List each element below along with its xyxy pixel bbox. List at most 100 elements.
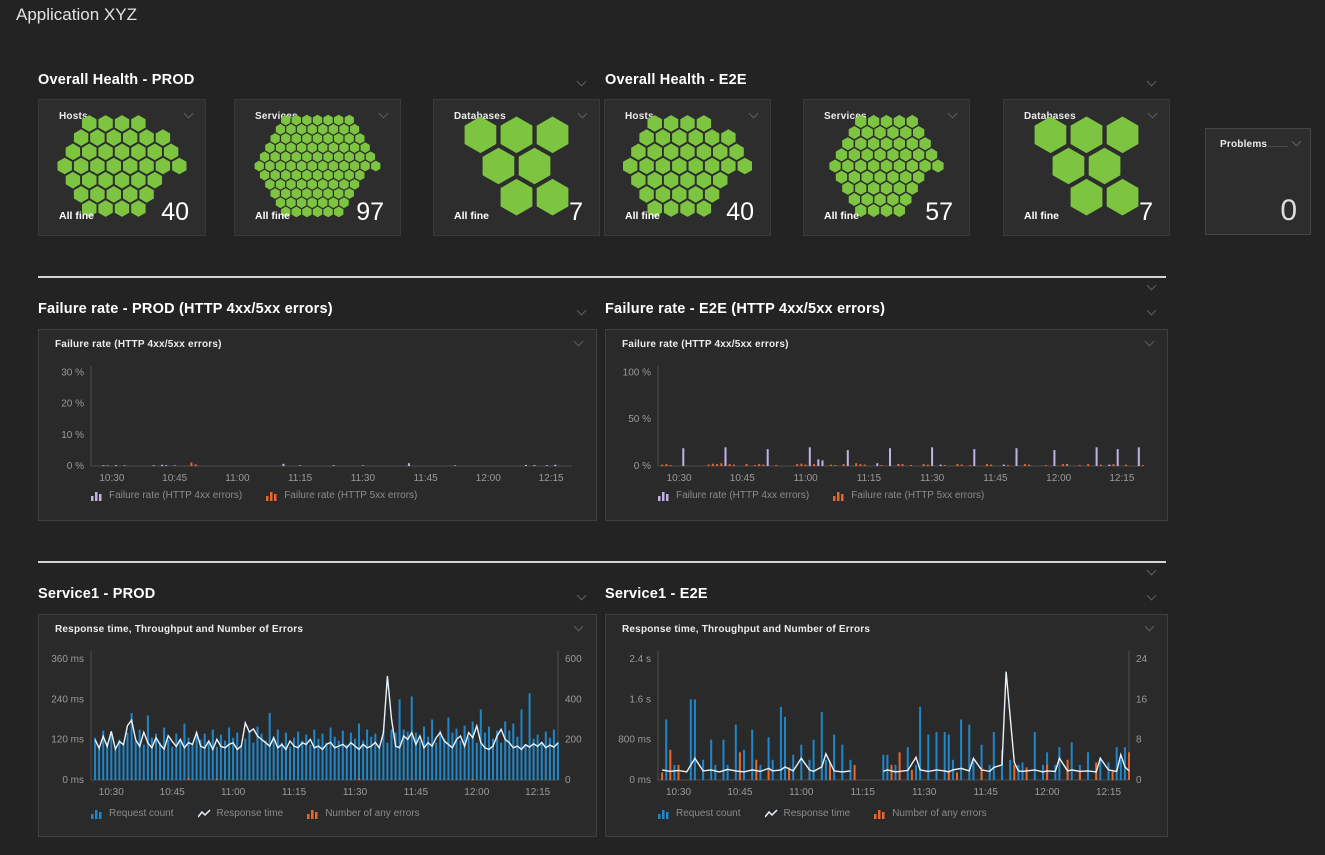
status-label: All fine	[625, 210, 660, 222]
panel-failure-e2e[interactable]: Failure rate (HTTP 4xx/5xx errors) 0 %50…	[605, 329, 1168, 521]
bars-legend-icon	[658, 491, 670, 501]
svg-text:0 ms: 0 ms	[62, 775, 84, 786]
svg-text:0 ms: 0 ms	[629, 775, 651, 786]
svg-text:600: 600	[565, 654, 582, 665]
svg-text:11:30: 11:30	[920, 473, 945, 484]
bars-legend-icon	[833, 491, 845, 501]
tile-databases-prod[interactable]: Databases All fine 7	[433, 99, 600, 236]
bars-legend-icon	[91, 809, 103, 819]
svg-text:200: 200	[565, 735, 582, 746]
legend-item: Request count	[91, 808, 174, 819]
legend-item: Number of any errors	[874, 808, 986, 819]
tile-hosts-prod[interactable]: Hosts All fine 40	[38, 99, 206, 236]
failure-prod-chart[interactable]: 0 %10 %20 %30 %10:3010:4511:0011:1511:30…	[39, 356, 596, 520]
svg-text:0 %: 0 %	[67, 461, 84, 472]
svg-text:2.4 s: 2.4 s	[629, 654, 651, 665]
status-label: All fine	[824, 210, 859, 222]
page-title: Application XYZ	[16, 5, 137, 25]
failure-e2e-chart[interactable]: 0 %50 %100 %10:3010:4511:0011:1511:3011:…	[606, 356, 1167, 520]
svg-text:11:45: 11:45	[974, 787, 999, 798]
chevron-down-icon[interactable]	[576, 77, 587, 88]
status-label: All fine	[1024, 210, 1059, 222]
service-e2e-chart[interactable]: 0 ms800 ms1.6 s2.4 s08162410:3010:4511:0…	[606, 641, 1167, 836]
svg-text:11:15: 11:15	[857, 473, 882, 484]
legend-item: Response time	[198, 808, 284, 819]
line-legend-icon	[765, 809, 778, 819]
panel-title: Failure rate (HTTP 4xx/5xx errors)	[55, 339, 222, 350]
chevron-down-icon[interactable]	[573, 337, 584, 348]
tile-databases-e2e[interactable]: Databases All fine 7	[1003, 99, 1170, 236]
svg-text:10:30: 10:30	[99, 787, 124, 798]
svg-text:11:00: 11:00	[793, 473, 818, 484]
svg-text:10:45: 10:45	[162, 473, 187, 484]
legend-item: Request count	[658, 808, 741, 819]
chevron-down-icon[interactable]	[1146, 566, 1157, 577]
svg-text:10:45: 10:45	[727, 787, 752, 798]
tile-services-prod[interactable]: Services All fine 97	[234, 99, 401, 236]
svg-text:11:00: 11:00	[225, 473, 250, 484]
panel-title: Failure rate (HTTP 4xx/5xx errors)	[622, 339, 789, 350]
chevron-down-icon[interactable]	[1291, 137, 1302, 148]
status-label: All fine	[59, 210, 94, 222]
problems-trend-dash	[1268, 146, 1288, 147]
svg-text:11:45: 11:45	[413, 473, 438, 484]
svg-text:30 %: 30 %	[61, 367, 84, 378]
problems-count: 0	[1280, 194, 1297, 228]
legend-item: Response time	[765, 808, 851, 819]
panel-service-prod[interactable]: Response time, Throughput and Number of …	[38, 614, 597, 837]
legend-item: Failure rate (HTTP 4xx errors)	[658, 490, 809, 501]
svg-text:11:15: 11:15	[282, 787, 307, 798]
chevron-down-icon[interactable]	[1144, 622, 1155, 633]
section-divider	[38, 276, 1166, 278]
status-label: All fine	[454, 210, 489, 222]
chevron-down-icon[interactable]	[1146, 77, 1157, 88]
svg-text:12:15: 12:15	[525, 787, 550, 798]
svg-text:0: 0	[565, 775, 571, 786]
chevron-down-icon[interactable]	[1146, 306, 1157, 317]
svg-text:12:00: 12:00	[1035, 787, 1060, 798]
svg-text:16: 16	[1136, 694, 1148, 705]
section-title-service-e2e: Service1 - E2E	[605, 586, 708, 602]
section-divider	[38, 561, 1166, 563]
chart-legend: Failure rate (HTTP 4xx errors)Failure ra…	[658, 490, 984, 501]
tile-problems[interactable]: Problems 0	[1205, 128, 1311, 235]
svg-text:10:30: 10:30	[99, 473, 124, 484]
svg-text:240 ms: 240 ms	[51, 694, 84, 705]
svg-text:10:45: 10:45	[160, 787, 185, 798]
panel-failure-prod[interactable]: Failure rate (HTTP 4xx/5xx errors) 0 % 10…	[38, 329, 597, 521]
svg-text:12:15: 12:15	[1096, 787, 1121, 798]
svg-text:10:30: 10:30	[666, 787, 691, 798]
chevron-down-icon[interactable]	[1144, 337, 1155, 348]
svg-text:8: 8	[1136, 735, 1142, 746]
svg-text:10:30: 10:30	[667, 473, 692, 484]
chart-legend: Request count Response time Number of any …	[658, 808, 987, 819]
tile-services-e2e[interactable]: Services All fine 57	[803, 99, 970, 236]
svg-text:12:00: 12:00	[476, 473, 501, 484]
chart-legend: Request count Response time Number of any …	[91, 808, 420, 819]
chevron-down-icon[interactable]	[576, 306, 587, 317]
chevron-down-icon[interactable]	[1146, 281, 1157, 292]
svg-text:10 %: 10 %	[61, 430, 84, 441]
svg-text:1.6 s: 1.6 s	[629, 694, 651, 705]
legend-item: Number of any errors	[307, 808, 419, 819]
line-legend-icon	[198, 809, 211, 819]
bars-legend-icon	[658, 809, 670, 819]
bars-legend-icon	[874, 809, 886, 819]
chart-legend: Failure rate (HTTP 4xx errors)Failure ra…	[91, 490, 417, 501]
bars-legend-icon	[307, 809, 319, 819]
svg-text:11:30: 11:30	[912, 787, 937, 798]
service-prod-chart[interactable]: 0 ms120 ms240 ms360 ms020040060010:3010:…	[39, 641, 596, 836]
chevron-down-icon[interactable]	[1146, 591, 1157, 602]
chevron-down-icon[interactable]	[576, 591, 587, 602]
count-value: 7	[569, 198, 583, 227]
svg-text:50 %: 50 %	[628, 414, 651, 425]
svg-text:11:45: 11:45	[983, 473, 1008, 484]
svg-text:12:00: 12:00	[464, 787, 489, 798]
tile-hosts-e2e[interactable]: Hosts All fine 40	[604, 99, 771, 236]
count-value: 7	[1139, 198, 1153, 227]
status-label: All fine	[255, 210, 290, 222]
svg-text:11:15: 11:15	[288, 473, 313, 484]
panel-service-e2e[interactable]: Response time, Throughput and Number of …	[605, 614, 1168, 837]
chevron-down-icon[interactable]	[573, 622, 584, 633]
count-value: 40	[161, 198, 189, 227]
